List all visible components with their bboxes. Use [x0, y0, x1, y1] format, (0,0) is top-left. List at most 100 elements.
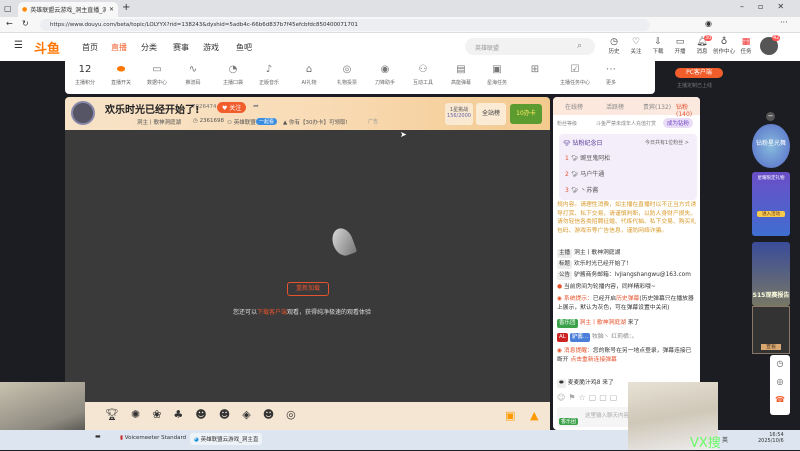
- tool-gift-box[interactable]: ⊞: [517, 64, 553, 79]
- douyu-logo[interactable]: 斗鱼: [34, 38, 60, 57]
- reload-button[interactable]: 重新加载: [287, 282, 329, 296]
- browser-tab[interactable]: ● 英雄联盟云游戏_洞主直播_洞主 ✕: [18, 2, 118, 17]
- fan-row[interactable]: 3 🐤︎ 丶苏酱: [565, 185, 598, 194]
- tool-gift-vote[interactable]: ◎ 礼物投票: [329, 64, 365, 86]
- safety-warning: 规内容。请理性消费，如主播在直播时以不正当方式诱导打赏、私下交易，请谨慎判断，以…: [557, 202, 697, 234]
- streamer-name[interactable]: 洞主丨歌神洞庭湖: [137, 118, 181, 126]
- room-header: 欢乐时光已经开始了! 7026474 ♥ 关注 ➦ 洞主丨歌神洞庭湖 ◷ 236…: [65, 97, 550, 130]
- taskbar-app-explorer[interactable]: ▬: [95, 433, 101, 440]
- taskbar-app-edge[interactable]: ◕ 英雄联盟云游戏_洞主直: [190, 433, 263, 445]
- tab-active-rank[interactable]: 活跃榜: [606, 102, 624, 111]
- settings-icon: ◎: [776, 377, 784, 386]
- follow-button[interactable]: ♥ 关注: [217, 102, 247, 113]
- s15-report-banner[interactable]: S15观赛报告: [752, 242, 790, 306]
- fan-event-banner[interactable]: 钻粉星光舞: [752, 124, 790, 168]
- tool-data-center[interactable]: ▭ 数据中心: [139, 64, 175, 86]
- download-button[interactable]: ⇩ 下载: [648, 37, 668, 55]
- camera-icon: ▭: [675, 37, 685, 47]
- streamer-score[interactable]: 12 主播积分: [67, 64, 103, 86]
- search-input[interactable]: 英雄联盟: [465, 38, 595, 55]
- streamer-avatar[interactable]: [71, 101, 95, 125]
- fan-row[interactable]: 1 🐤︎ 豌豆鬼阿松: [565, 153, 610, 162]
- gift-bag-icon[interactable]: ▣: [505, 409, 515, 422]
- tool-stream-toggle[interactable]: ⬬ 直播开关: [103, 64, 139, 86]
- tool-interactive[interactable]: ⚇ 互动工具: [405, 64, 441, 86]
- fan-row[interactable]: 2 🐤︎ 马户牛通: [565, 169, 604, 178]
- start-stream-button[interactable]: ▭ 开播: [670, 37, 690, 55]
- creator-center-button[interactable]: ♁ 创作中心: [712, 37, 736, 55]
- tool-danmaku[interactable]: ▤ 高能弹幕: [443, 64, 479, 86]
- room-tag[interactable]: 一起看: [256, 118, 278, 125]
- back-icon[interactable]: ←: [6, 19, 13, 28]
- tab-online-rank[interactable]: 在线榜: [565, 102, 583, 111]
- tool-task-center[interactable]: ☑ 主播任务中心: [555, 64, 595, 86]
- tool-music[interactable]: ♪ 正版音乐: [251, 64, 287, 86]
- bulb-icon: ♁: [720, 37, 728, 47]
- chat-enter-line: 香乐团 洞主丨歌神洞庭湖 来了: [557, 319, 640, 328]
- chat-reconnect-line: ◉ 消息提醒：您的账号在另一地点登录，弹幕连接已断开 点击重新连接弹幕: [557, 348, 692, 363]
- chat-panel: 在线榜 活跃榜 贵宾(132) 钻粉(140) 粉丝等级 斗鱼严禁未成年人充值打…: [553, 97, 700, 430]
- chat-fan-badge: 香乐团: [559, 418, 579, 425]
- tab-list-icon[interactable]: ▢: [4, 4, 12, 13]
- follow-button[interactable]: ♡ 关注: [626, 37, 646, 55]
- tool-star-task[interactable]: ▣ 星海任务: [479, 64, 515, 86]
- browser-tab-bar: ▢ ● 英雄联盟云游戏_洞主直播_洞主 ✕ + –▫✕: [0, 0, 800, 17]
- tool-more[interactable]: ⋯ 更多: [593, 64, 629, 86]
- chat-emoji-toolbar[interactable]: ☺⚑☆▢▢▢: [557, 393, 620, 402]
- side-tools[interactable]: ◷ ◎ ☎: [770, 355, 790, 415]
- nav-events[interactable]: 赛事: [173, 42, 189, 53]
- nav-live[interactable]: 直播: [111, 42, 127, 53]
- promo-link[interactable]: ▲ 你有【30办卡】可领取!: [283, 118, 348, 126]
- fire-icon[interactable]: ▲: [530, 409, 538, 422]
- douyu-favicon-icon: ●: [22, 6, 28, 13]
- nav-games[interactable]: 游戏: [203, 42, 219, 53]
- nav-fishbar[interactable]: 鱼吧: [236, 42, 252, 53]
- pc-client-subtitle: 主播定制已上线: [677, 83, 713, 89]
- tasks-button[interactable]: ▦ 任务: [736, 37, 756, 55]
- fan-anniversary-panel: 💎︎ 钻粉纪念日 今日共有1位粉丝 > 1 🐤︎ 豌豆鬼阿松 2 🐤︎ 马户牛通…: [559, 134, 697, 200]
- ime-indicator[interactable]: 英: [722, 435, 728, 444]
- taskbar-app-voicemeeter[interactable]: ▮ Voicemeeter Standard: [120, 435, 186, 441]
- fan-day-title: 💎︎ 钻粉纪念日: [563, 140, 603, 147]
- video-player[interactable]: 重新加载 您还可以下载客户端观看，获得纯净极速的观看体验: [65, 130, 550, 402]
- share-icon[interactable]: ➦: [253, 102, 259, 110]
- tool-blade-helper[interactable]: ◉ 刀锋助手: [367, 64, 403, 86]
- collapse-icon[interactable]: −: [766, 112, 775, 121]
- history-button[interactable]: ◷ 历史: [604, 37, 624, 55]
- mouse-cursor-icon: ➤: [400, 130, 407, 139]
- window-controls[interactable]: –▫✕: [740, 2, 798, 11]
- star-challenge[interactable]: 1星挑战 156/2000: [445, 103, 473, 125]
- tab-diamond-fans[interactable]: 钻粉(140): [676, 102, 700, 118]
- nav-category[interactable]: 分类: [141, 42, 157, 53]
- tool-stream-key[interactable]: ∿ 推流码: [175, 64, 211, 86]
- url-input[interactable]: https://www.douyu.com/beta/topic/LOLYYX?…: [40, 19, 650, 31]
- category-link[interactable]: ⚇ 英雄联盟: [227, 118, 256, 126]
- pc-client-button[interactable]: PC客户端: [675, 68, 723, 78]
- rank-button[interactable]: 全站榜: [476, 103, 506, 125]
- search-icon[interactable]: ⌕: [577, 41, 582, 51]
- heart-icon: ♡: [631, 37, 641, 47]
- close-icon[interactable]: ✕: [109, 6, 114, 13]
- promo-badge[interactable]: 10办卡: [510, 104, 542, 124]
- more-icon[interactable]: ···: [780, 18, 788, 27]
- nav-home[interactable]: 首页: [82, 42, 98, 53]
- become-fan-button[interactable]: 成为钻粉: [663, 118, 694, 128]
- menu-icon[interactable]: ☰: [14, 40, 23, 51]
- chat-announce-line: 公告 驴酱商务邮箱：lvjiangshangwu@163.com: [557, 271, 691, 280]
- clock[interactable]: 16:54 2025/10/6: [758, 432, 784, 444]
- gift-event-banner[interactable]: 星耀限定礼物 进入活动: [752, 172, 790, 236]
- gift-bar: 🏆︎ ✺ ❀ ♣ ☻ ☻ ◈ ☻ ◎ ▣ ▲: [85, 402, 550, 430]
- fan-day-count[interactable]: 今日共有1位粉丝 >: [645, 139, 689, 146]
- gift-list[interactable]: 🏆︎ ✺ ❀ ♣ ☻ ☻ ◈ ☻ ◎: [105, 408, 296, 421]
- reload-icon[interactable]: ↻: [22, 19, 29, 28]
- tool-pocket[interactable]: ◔ 主播口袋: [215, 64, 251, 86]
- download-client-link[interactable]: 下载客户端: [257, 309, 287, 316]
- gift-icon: ☻: [195, 408, 207, 421]
- tool-ai-gift[interactable]: ⌂ AI礼物: [291, 64, 327, 86]
- reconnect-link[interactable]: 点击重新连接弹幕: [570, 357, 616, 363]
- tab-vip[interactable]: 贵宾(132): [643, 102, 671, 111]
- heat-count: ◷ 2361698: [193, 118, 225, 124]
- watch-banner[interactable]: 查看: [752, 306, 790, 354]
- profile-icon[interactable]: ◉: [705, 19, 712, 28]
- new-tab-icon[interactable]: +: [122, 2, 130, 13]
